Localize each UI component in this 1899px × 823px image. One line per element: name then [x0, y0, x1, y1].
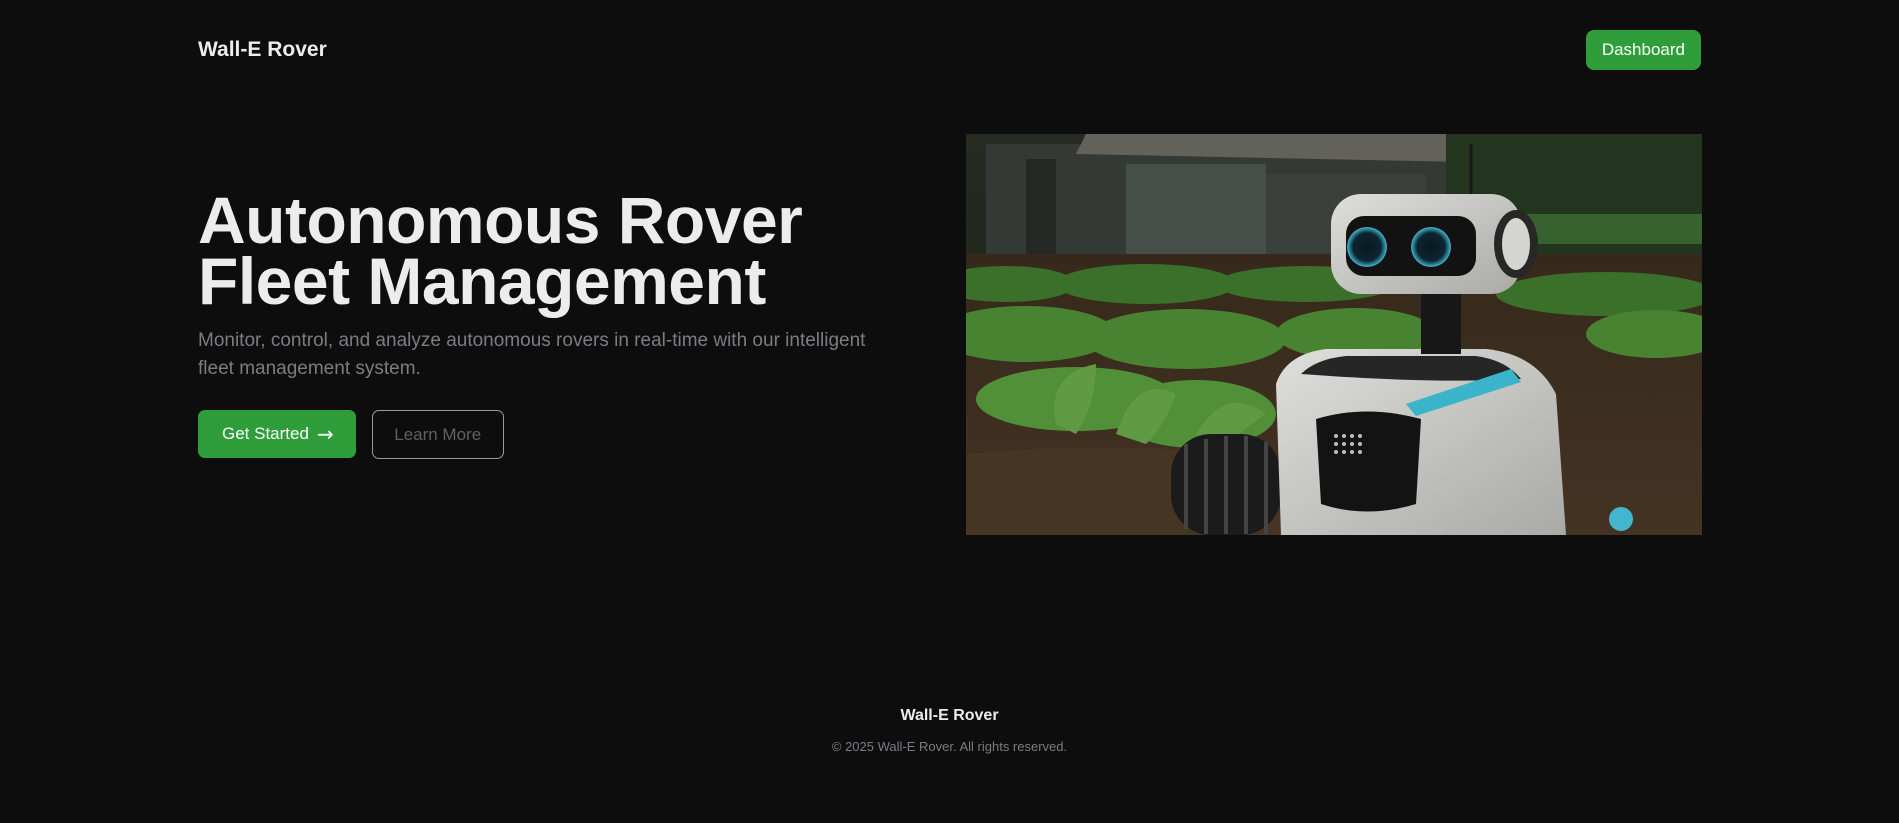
- get-started-button[interactable]: Get Started →: [198, 410, 356, 458]
- learn-more-button[interactable]: Learn More: [371, 410, 504, 459]
- footer-copyright: © 2025 Wall-E Rover. All rights reserved…: [831, 739, 1068, 754]
- footer-brand: Wall-E Rover: [900, 707, 999, 724]
- hero-image: [966, 134, 1702, 535]
- hero-subtitle: Monitor, control, and analyze autonomous…: [198, 330, 866, 379]
- site-footer: Wall-E Rover © 2025 Wall-E Rover. All ri…: [0, 707, 1899, 754]
- brand-logo[interactable]: Wall-E Rover: [198, 38, 327, 62]
- hero-content: Autonomous Rover Fleet Management Monito…: [198, 183, 918, 459]
- rover-field-illustration: [966, 134, 1702, 535]
- hero-title: Autonomous Rover Fleet Management: [198, 183, 803, 318]
- arrow-right-icon: →: [316, 422, 334, 446]
- top-nav: Wall-E Rover Dashboard: [198, 30, 1701, 70]
- hero-actions: Get Started → Learn More: [198, 410, 918, 459]
- landing-page: Wall-E Rover Dashboard Autonomous Rover …: [0, 0, 1899, 823]
- dashboard-button[interactable]: Dashboard: [1585, 30, 1701, 70]
- get-started-label: Get Started: [222, 424, 309, 443]
